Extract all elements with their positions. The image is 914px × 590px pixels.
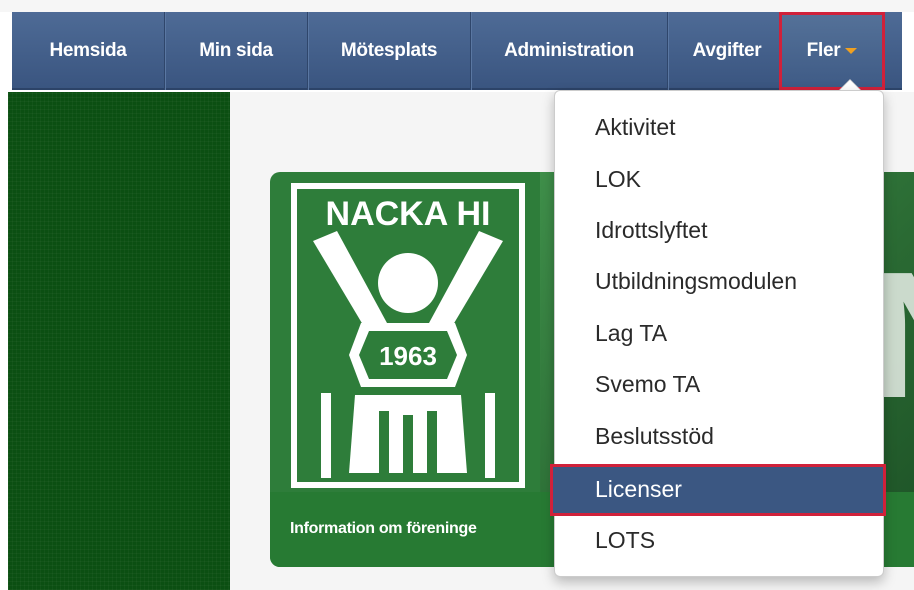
top-strip bbox=[0, 0, 914, 12]
nav-item-avgifter[interactable]: Avgifter bbox=[668, 12, 786, 90]
menu-item-lag-ta[interactable]: Lag TA bbox=[595, 320, 667, 347]
nav-item-motesplats[interactable]: Mötesplats bbox=[308, 12, 470, 90]
banner-caption[interactable]: Information om föreninge bbox=[290, 520, 477, 538]
club-logo: NACKA HI 1963 bbox=[291, 183, 525, 488]
menu-item-idrottslyftet[interactable]: Idrottslyftet bbox=[595, 217, 707, 244]
nav-item-hemsida[interactable]: Hemsida bbox=[12, 12, 164, 90]
main-navbar: Hemsida Min sida Mötesplats Administrati… bbox=[12, 12, 902, 90]
svg-text:1963: 1963 bbox=[379, 341, 437, 371]
nav-item-fler[interactable]: Fler bbox=[779, 12, 885, 90]
caret-down-icon bbox=[845, 47, 858, 54]
menu-item-lots[interactable]: LOTS bbox=[595, 527, 655, 554]
fler-dropdown-menu: Aktivitet LOK Idrottslyftet Utbildningsm… bbox=[550, 90, 886, 577]
left-sidebar-panel bbox=[8, 92, 230, 590]
menu-item-svemo-ta[interactable]: Svemo TA bbox=[595, 371, 700, 398]
menu-item-beslutsstod[interactable]: Beslutsstöd bbox=[595, 423, 714, 450]
menu-item-licenser[interactable]: Licenser bbox=[550, 464, 886, 516]
menu-item-aktivitet[interactable]: Aktivitet bbox=[595, 114, 676, 141]
menu-item-utbildningsmodulen[interactable]: Utbildningsmodulen bbox=[595, 268, 797, 295]
svg-text:NACKA HI: NACKA HI bbox=[326, 195, 491, 233]
nav-item-min-sida[interactable]: Min sida bbox=[165, 12, 307, 90]
nav-item-administration[interactable]: Administration bbox=[471, 12, 667, 90]
menu-item-lok[interactable]: LOK bbox=[595, 166, 641, 193]
nav-item-fler-label: Fler bbox=[806, 40, 841, 61]
